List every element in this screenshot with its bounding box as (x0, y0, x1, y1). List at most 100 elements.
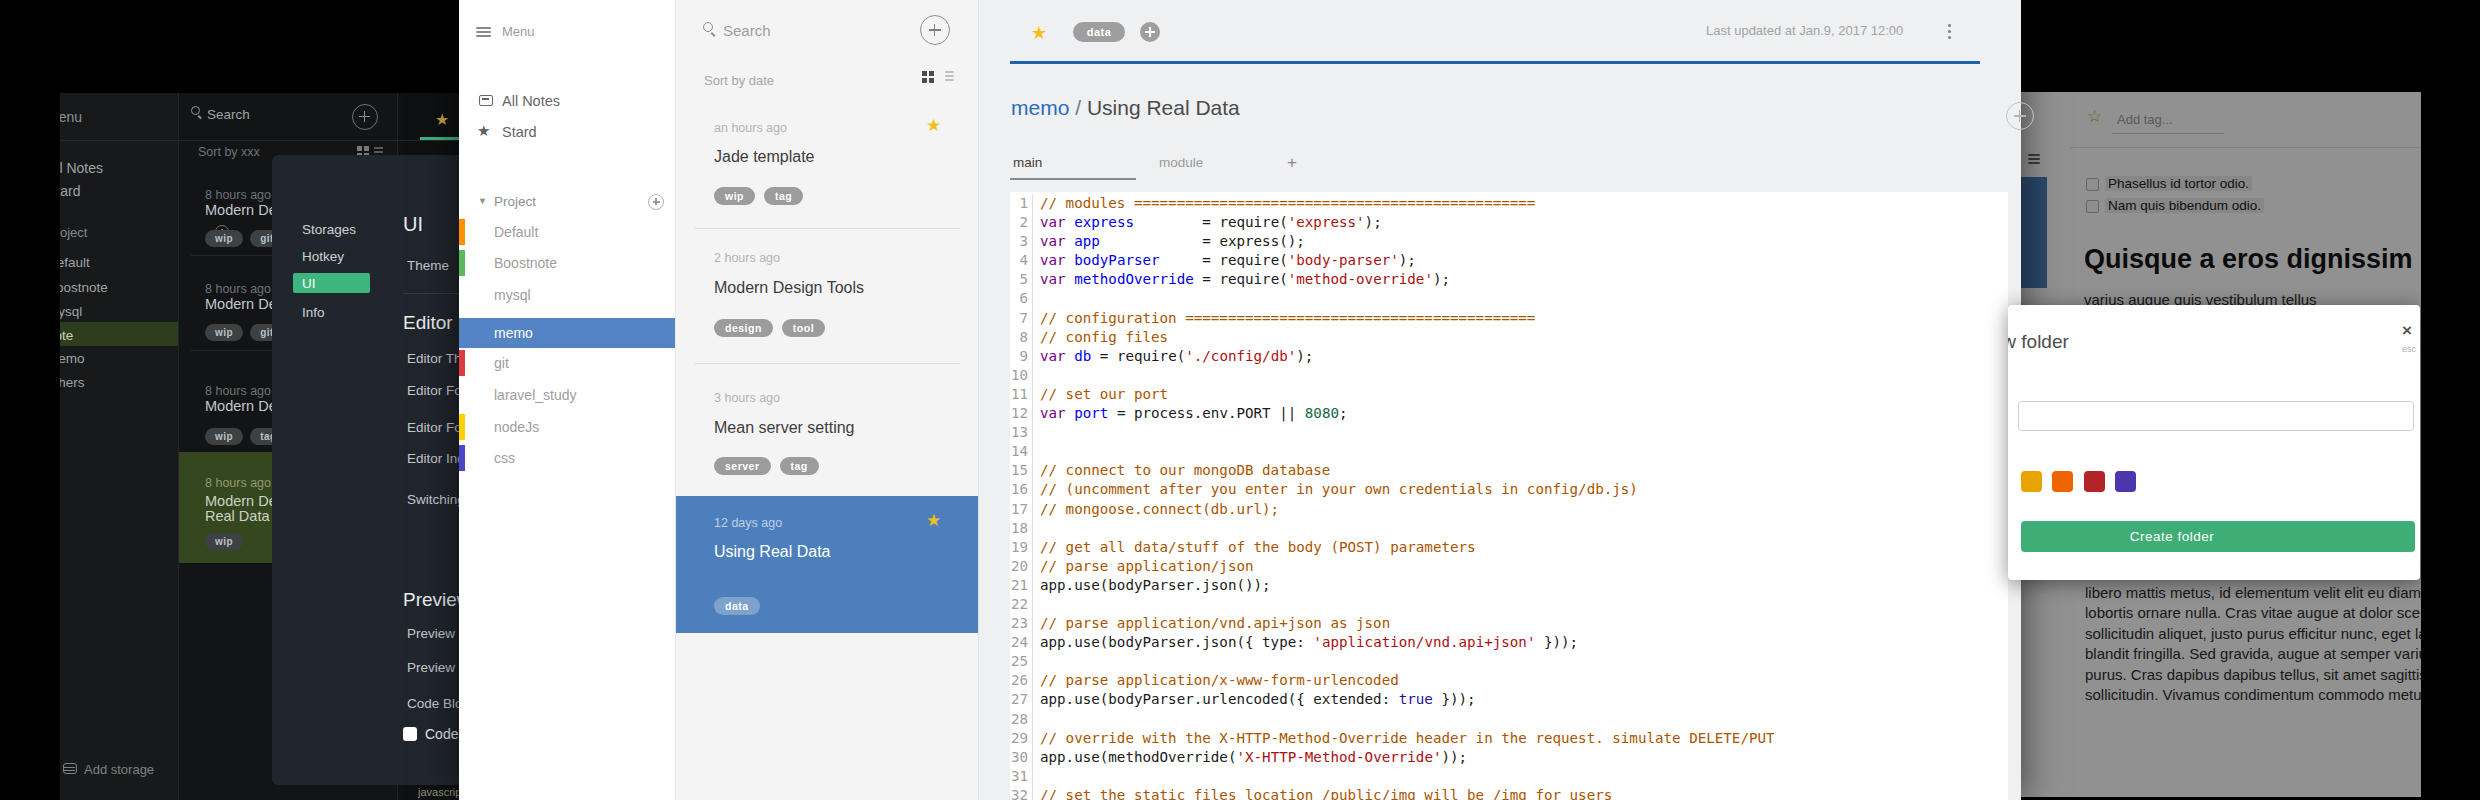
dark-sidebar (60, 93, 179, 800)
sidebar-item-Default[interactable]: Default (494, 224, 538, 240)
star-tab-icon[interactable]: ★ (435, 110, 449, 129)
new-note-button[interactable] (352, 104, 378, 130)
note-time: 8 hours ago (205, 188, 271, 202)
code-line: 27app.use(bodyParser.urlencoded({ extend… (1010, 690, 2008, 709)
codeblock-checkbox[interactable] (403, 727, 417, 741)
code-line: 1// modules ============================… (1010, 194, 2008, 213)
main-sidebar: Menu All Notes ★ Stard ▼ Project Default… (459, 0, 676, 800)
add-folder-button[interactable] (648, 194, 664, 210)
note-tags: data (714, 596, 769, 615)
tab-module[interactable]: module (1159, 155, 1203, 170)
close-icon[interactable]: × (2402, 321, 2412, 341)
settings-item[interactable]: Code Block Theme (407, 696, 459, 711)
settings-item[interactable]: Preview Font Family (407, 660, 459, 675)
breadcrumb-folder[interactable]: memo (1011, 96, 1069, 119)
code-line: 24app.use(bodyParser.json({ type: 'appli… (1010, 633, 2008, 652)
settings-dialog: StoragesHotkeyUIInfo UI Theme Editor Edi… (272, 155, 459, 785)
sidebar-item-laravel_study[interactable]: laravel_study (494, 387, 577, 403)
settings-item[interactable]: Preview Font Size (407, 626, 459, 641)
sidebar-item-css[interactable]: css (494, 450, 515, 466)
note-tags: servertag (714, 456, 828, 475)
note-title[interactable]: Using Real Data (714, 543, 831, 561)
search-icon (703, 22, 713, 32)
color-swatch[interactable] (2115, 471, 2136, 492)
tag-pill: wip (205, 533, 243, 550)
sidebar-item-Default[interactable]: Default (60, 255, 90, 270)
sidebar-item-Boostnote[interactable]: Boostnote (494, 255, 557, 271)
code-line: 25 (1010, 652, 2008, 671)
project-header[interactable]: Project (60, 225, 87, 240)
sidebar-item-memo[interactable]: memo (60, 351, 85, 366)
color-swatch[interactable] (2021, 471, 2042, 492)
code-editor[interactable]: 1// modules ============================… (1010, 192, 2008, 800)
note-tags: designtool (714, 318, 834, 337)
search-icon (191, 106, 200, 115)
code-line: 20// parse application/json (1010, 557, 2008, 576)
settings-item[interactable]: Editor Theme (407, 351, 459, 366)
breadcrumb: memo / Using Real Data (1011, 96, 1240, 120)
code-lang-label: javascript (418, 786, 459, 798)
project-caret-icon[interactable]: ▼ (478, 196, 487, 206)
sort-by-label[interactable]: Sort by date (704, 73, 774, 88)
new-note-button[interactable] (920, 15, 950, 45)
note-star-icon[interactable]: ★ (926, 115, 941, 136)
tag-pill: wip (714, 187, 755, 205)
note-title[interactable]: Mean server setting (714, 419, 855, 437)
sidebar-item-note[interactable]: note (60, 328, 73, 343)
sidebar-item-memo[interactable]: memo (494, 325, 533, 341)
settings-item[interactable]: Editor Font Family (407, 420, 459, 435)
sidebar-item-nodeJs[interactable]: nodeJs (494, 419, 539, 435)
folder-name-input[interactable] (2018, 401, 2414, 431)
sort-by-label[interactable]: Sort by xxx (198, 145, 260, 159)
folder-color-chip (459, 414, 465, 440)
add-tag-button[interactable] (1140, 22, 1160, 42)
settings-nav-storages[interactable]: Storages (302, 222, 356, 237)
color-swatch[interactable] (2052, 471, 2073, 492)
sidebar-item-mysql[interactable]: mysql (60, 304, 82, 319)
sidebar-item-all-notes[interactable]: All Notes (502, 93, 560, 109)
sidebar-item-others[interactable]: others (60, 375, 85, 390)
settings-theme-label[interactable]: Theme (407, 258, 449, 273)
note-title[interactable]: Jade template (714, 148, 815, 166)
tag-pill: tag (764, 187, 803, 205)
sidebar-item-starred[interactable]: Stard (60, 183, 80, 199)
sidebar-item-Boostnote[interactable]: Boostnote (60, 280, 108, 295)
note-tag-pill: data (1073, 22, 1125, 42)
code-line: 26// parse application/x-www-form-urlenc… (1010, 671, 2008, 690)
settings-nav-ui[interactable]: UI (302, 276, 316, 291)
new-note-button-right[interactable] (2006, 102, 2034, 130)
code-line: 10 (1010, 366, 2008, 385)
menu-label[interactable]: Menu (60, 109, 82, 125)
tab-main[interactable]: main (1013, 155, 1042, 170)
add-tab-button[interactable]: + (1287, 153, 1297, 173)
note-star-icon[interactable]: ★ (926, 510, 941, 531)
color-swatch[interactable] (2084, 471, 2105, 492)
list-view-icon (374, 147, 383, 149)
folder-color-chip (459, 250, 465, 276)
settings-item[interactable]: Editor Font Size (407, 383, 459, 398)
folder-color-chip (459, 219, 465, 245)
code-line: 22 (1010, 595, 2008, 614)
search-input[interactable]: Search (723, 22, 771, 39)
note-star-icon[interactable]: ★ (1031, 22, 1047, 44)
create-folder-button[interactable]: Create folder (2021, 521, 2415, 552)
code-line: 12var port = process.env.PORT || 8080; (1010, 404, 2008, 423)
code-line: 11// set our port (1010, 385, 2008, 404)
sidebar-item-git[interactable]: git (494, 355, 509, 371)
settings-preview-heading: Preview (403, 589, 459, 611)
boostnote-main-window: Menu All Notes ★ Stard ▼ Project Default… (459, 0, 2021, 800)
settings-item[interactable]: Editor Indent Size (407, 451, 459, 466)
search-input[interactable]: Search (207, 107, 250, 122)
project-header[interactable]: Project (494, 194, 536, 209)
note-title[interactable]: Modern Design Tools (714, 279, 864, 297)
sidebar-item-starred[interactable]: Stard (502, 124, 537, 140)
settings-nav-hotkey[interactable]: Hotkey (302, 249, 344, 264)
settings-item[interactable]: Switching Preview (407, 492, 459, 507)
sidebar-item-mysql[interactable]: mysql (494, 287, 531, 303)
menu-label[interactable]: Menu (502, 24, 535, 39)
blue-divider (1010, 61, 1980, 64)
sidebar-item-all-notes[interactable]: All Notes (60, 160, 103, 176)
settings-nav-info[interactable]: Info (302, 305, 325, 320)
tag-pill: wip (205, 324, 243, 341)
code-line: 31 (1010, 767, 2008, 786)
